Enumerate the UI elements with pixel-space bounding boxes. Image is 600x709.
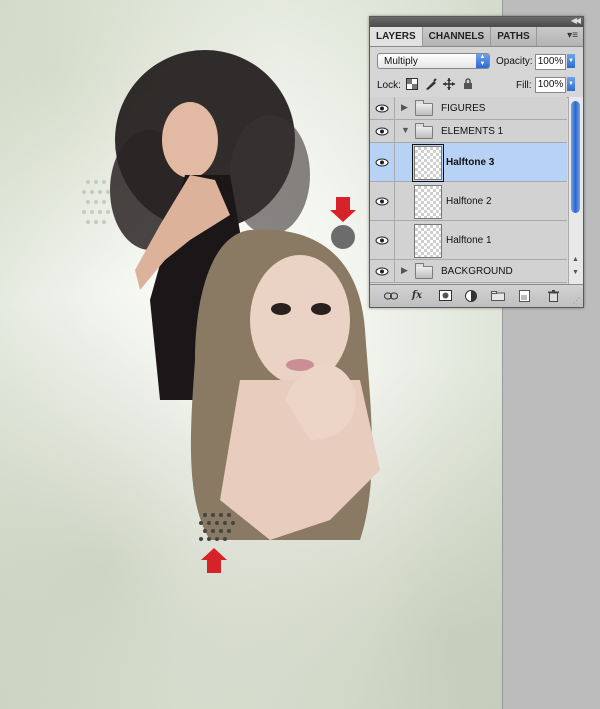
layer-name: Halftone 1 [446,235,492,246]
lock-all-icon[interactable] [462,78,474,90]
halftone-dots-left [82,180,110,224]
fx-icon[interactable]: fx [410,289,424,302]
collapsed-triangle-icon[interactable]: ▶ [401,265,408,276]
layer-halftone-2[interactable]: Halftone 2 [370,182,567,221]
layer-group-figures[interactable]: ▶ FIGURES [370,97,567,120]
adjustment-icon[interactable] [464,289,478,302]
layer-halftone-3[interactable]: Halftone 3 [370,143,567,182]
blend-mode-value: Multiply [384,56,418,67]
scroll-down-icon[interactable]: ▼ [572,269,579,276]
layer-name: ELEMENTS 1 [441,126,504,137]
lock-label: Lock: [377,80,401,91]
layers-list: ▶ FIGURES ▼ ELEMENTS 1 Halftone 3 Halfto… [370,97,567,284]
layer-name: Halftone 2 [446,196,492,207]
layer-name: FIGURES [441,103,486,114]
scrollbar-thumb[interactable] [571,101,580,213]
new-group-icon[interactable] [491,289,505,302]
visibility-eye-icon[interactable] [370,260,395,282]
panel-tabs: LAYERS CHANNELS PATHS ▾≡ [370,27,583,47]
blend-mode-select[interactable]: Multiply ▲ ▼ [377,53,490,69]
collapse-icon[interactable]: ◀◀ [571,15,581,27]
trash-icon[interactable] [546,289,560,302]
folder-icon [415,263,433,279]
layer-thumbnail[interactable] [414,185,442,219]
layers-scrollbar[interactable]: ▲ ▼ [568,97,583,284]
lock-transparency-icon[interactable] [406,78,418,90]
layer-group-background[interactable]: ▶ BACKGROUND [370,260,567,283]
lock-position-icon[interactable] [443,78,455,90]
lock-pixels-icon[interactable] [425,78,437,90]
visibility-eye-icon[interactable] [370,182,395,220]
new-layer-icon[interactable] [518,289,532,302]
folder-icon [415,100,433,116]
link-icon[interactable] [384,289,398,302]
mask-icon[interactable] [438,289,452,302]
layer-group-elements-1[interactable]: ▼ ELEMENTS 1 [370,120,567,143]
panel-footer: fx ⋰ [370,284,583,307]
halftone-circle [331,225,355,249]
lock-row: Lock: Fill: 100% ▼ [370,73,583,98]
opacity-label: Opacity: [496,56,533,67]
layer-thumbnail[interactable] [414,224,442,258]
scroll-up-icon[interactable]: ▲ [572,256,579,263]
layers-panel: ◀◀ LAYERS CHANNELS PATHS ▾≡ Multiply ▲ ▼ … [369,16,584,308]
visibility-eye-icon[interactable] [370,143,395,181]
layer-halftone-1[interactable]: Halftone 1 [370,221,567,260]
fill-dropdown-icon[interactable]: ▼ [567,77,575,91]
opacity-input[interactable]: 100% [535,54,566,70]
fill-input[interactable]: 100% [535,77,566,93]
panel-titlebar[interactable]: ◀◀ [370,15,583,27]
layer-thumbnail[interactable] [412,144,444,182]
fill-label: Fill: [516,80,532,91]
resize-grip-icon[interactable]: ⋰ [573,297,580,305]
expanded-triangle-icon[interactable]: ▼ [401,125,410,135]
collapsed-triangle-icon[interactable]: ▶ [401,102,408,113]
tab-channels[interactable]: CHANNELS [423,27,492,46]
tab-paths[interactable]: PATHS [491,27,537,46]
visibility-eye-icon[interactable] [370,221,395,259]
red-arrow-up [201,548,227,573]
back-woman-face [162,102,218,178]
red-arrow-down [330,197,356,222]
visibility-eye-icon[interactable] [370,120,395,142]
layer-name: BACKGROUND [441,266,513,277]
blend-row: Multiply ▲ ▼ Opacity: 100% ▼ [370,47,583,73]
layer-name: Halftone 3 [446,157,495,168]
tab-layers[interactable]: LAYERS [370,27,423,46]
opacity-dropdown-icon[interactable]: ▼ [567,54,575,68]
panel-menu-icon[interactable]: ▾≡ [567,30,578,41]
visibility-eye-icon[interactable] [370,97,395,119]
blend-mode-arrows-icon[interactable]: ▲ ▼ [476,54,489,68]
folder-icon [415,123,433,139]
